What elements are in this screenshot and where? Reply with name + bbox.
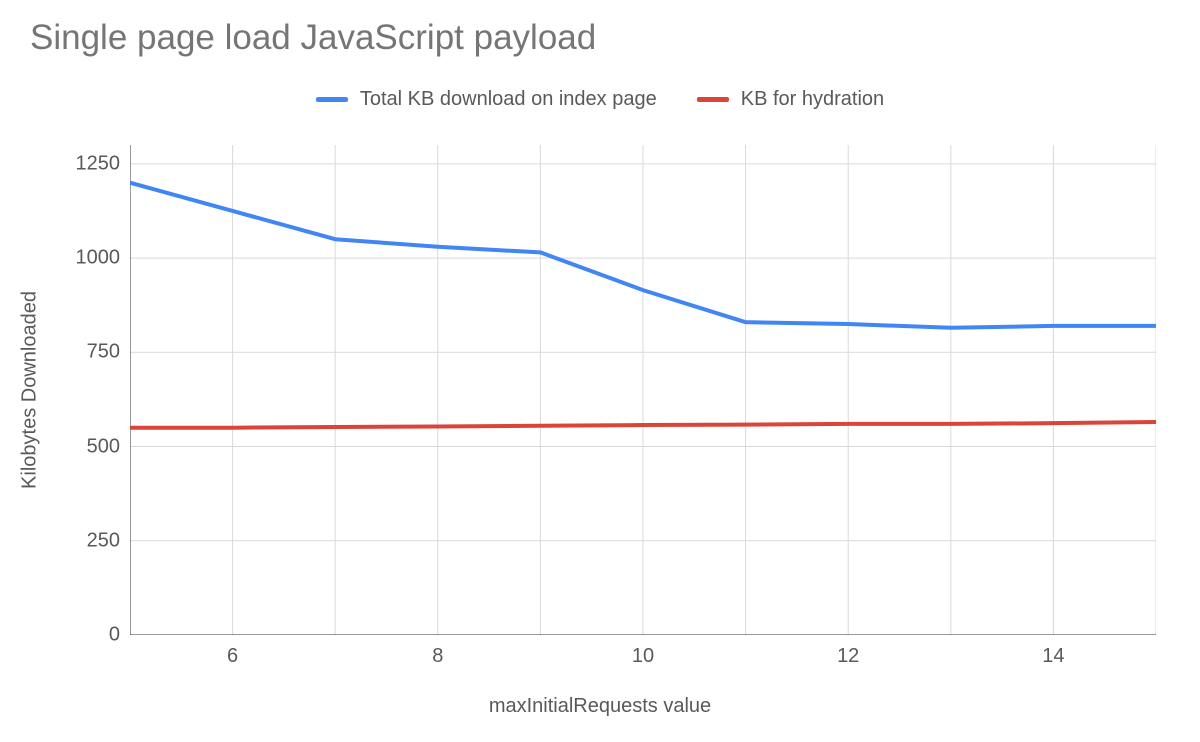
y-axis-title: Kilobytes Downloaded xyxy=(19,291,42,489)
legend-item-total-kb: Total KB download on index page xyxy=(316,88,657,111)
y-tick-label: 750 xyxy=(60,341,120,364)
y-tick-label: 250 xyxy=(60,529,120,552)
x-tick-label: 6 xyxy=(227,645,238,668)
plot-svg xyxy=(130,145,1156,635)
legend-swatch-hydration-kb xyxy=(697,97,729,102)
legend-item-hydration-kb: KB for hydration xyxy=(697,88,884,111)
x-tick-label: 14 xyxy=(1042,645,1064,668)
chart-container: Single page load JavaScript payload Tota… xyxy=(0,0,1200,742)
y-tick-label: 1000 xyxy=(60,247,120,270)
legend-label: KB for hydration xyxy=(741,88,884,111)
x-tick-label: 10 xyxy=(632,645,654,668)
chart-title: Single page load JavaScript payload xyxy=(30,18,596,58)
x-tick-label: 8 xyxy=(432,645,443,668)
y-tick-label: 1250 xyxy=(60,152,120,175)
legend-label: Total KB download on index page xyxy=(360,88,657,111)
plot-area: 02505007501000125068101214 xyxy=(130,145,1156,635)
legend: Total KB download on index page KB for h… xyxy=(0,88,1200,111)
y-tick-label: 500 xyxy=(60,435,120,458)
legend-swatch-total-kb xyxy=(316,97,348,102)
y-tick-label: 0 xyxy=(60,624,120,647)
x-tick-label: 12 xyxy=(837,645,859,668)
x-axis-title: maxInitialRequests value xyxy=(0,695,1200,718)
